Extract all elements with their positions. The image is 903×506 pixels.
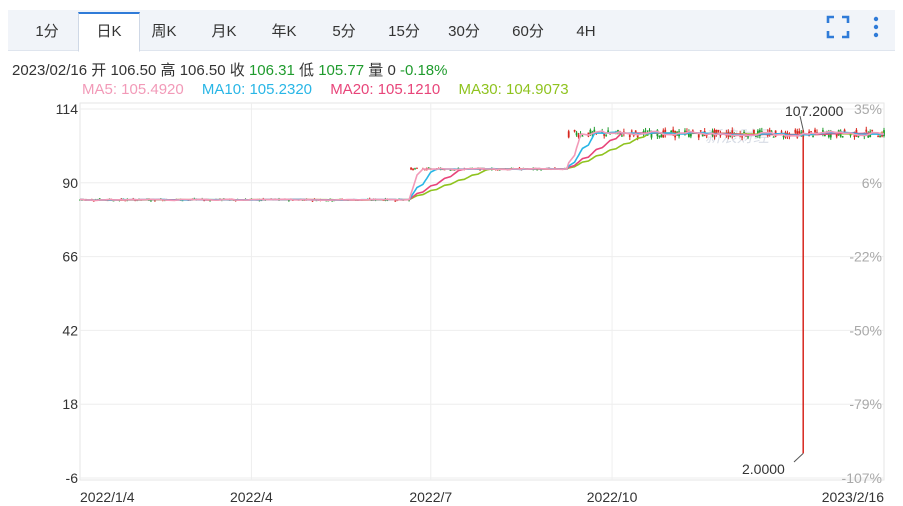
- x-tick-label: 2022/7: [409, 489, 452, 505]
- candle-body: [153, 200, 156, 202]
- candle-body: [573, 130, 576, 132]
- candle-body: [772, 136, 775, 138]
- candle-body: [658, 135, 661, 138]
- candle-body: [794, 129, 797, 133]
- candle-body: [605, 134, 608, 136]
- candle-body: [150, 200, 152, 202]
- pct-tick-label: -79%: [849, 396, 882, 412]
- y-tick-label: 42: [62, 322, 78, 338]
- candle-body: [877, 136, 879, 138]
- y-tick-label: 18: [62, 396, 78, 412]
- candle-body: [410, 167, 412, 170]
- y-tick-label: 66: [62, 249, 78, 265]
- x-tick-label: 2022/4: [230, 489, 273, 505]
- y-tick-label: -6: [66, 470, 79, 486]
- candle-body: [814, 129, 816, 133]
- candle-body: [660, 134, 663, 138]
- pct-tick-label: 35%: [854, 101, 882, 117]
- pct-tick-label: -50%: [849, 322, 882, 338]
- candle-body: [857, 135, 860, 138]
- candle-body: [414, 168, 416, 170]
- min-value-label: 2.0000: [742, 461, 785, 477]
- x-tick-label: 2022/10: [587, 489, 638, 505]
- candle-body: [841, 136, 844, 138]
- candle-body: [644, 130, 647, 132]
- min-label-leader: [793, 453, 804, 463]
- pct-tick-label: -107%: [842, 470, 882, 486]
- candle-body: [780, 131, 783, 133]
- candle-body: [412, 168, 414, 171]
- candle-body: [394, 200, 397, 202]
- candle-body: [782, 136, 785, 138]
- candle-body: [449, 169, 452, 171]
- candle-body: [743, 131, 745, 133]
- candle-body: [575, 132, 578, 136]
- candle-body: [567, 131, 570, 138]
- candle-body: [416, 167, 418, 169]
- candle-body: [871, 129, 874, 131]
- candle-body: [865, 129, 868, 132]
- candle-body: [717, 130, 720, 132]
- y-tick-label: 90: [62, 175, 78, 191]
- candle-body: [812, 135, 814, 137]
- kline-chart[interactable]: 114 35% 90 6% 66 -22% 42 -50% 18 -79% -6 -107% 2022/…: [0, 0, 903, 506]
- pct-tick-label: -22%: [849, 249, 882, 265]
- candle-body: [755, 136, 757, 138]
- candle-body: [581, 135, 584, 137]
- x-tick-label: 2023/2/16: [822, 489, 884, 505]
- candle-body: [697, 134, 700, 138]
- max-value-label: 107.2000: [785, 103, 844, 119]
- candle-body: [810, 131, 812, 133]
- candle-body: [798, 131, 801, 134]
- pct-tick-label: 6%: [862, 175, 882, 191]
- y-tick-label: 114: [56, 101, 79, 117]
- candle-body: [879, 135, 881, 138]
- x-tick-label: 2022/1/4: [80, 489, 135, 505]
- candle-body: [630, 130, 633, 132]
- plot-frame: [79, 102, 885, 481]
- candle-body: [699, 130, 702, 132]
- candle-body: [621, 135, 623, 137]
